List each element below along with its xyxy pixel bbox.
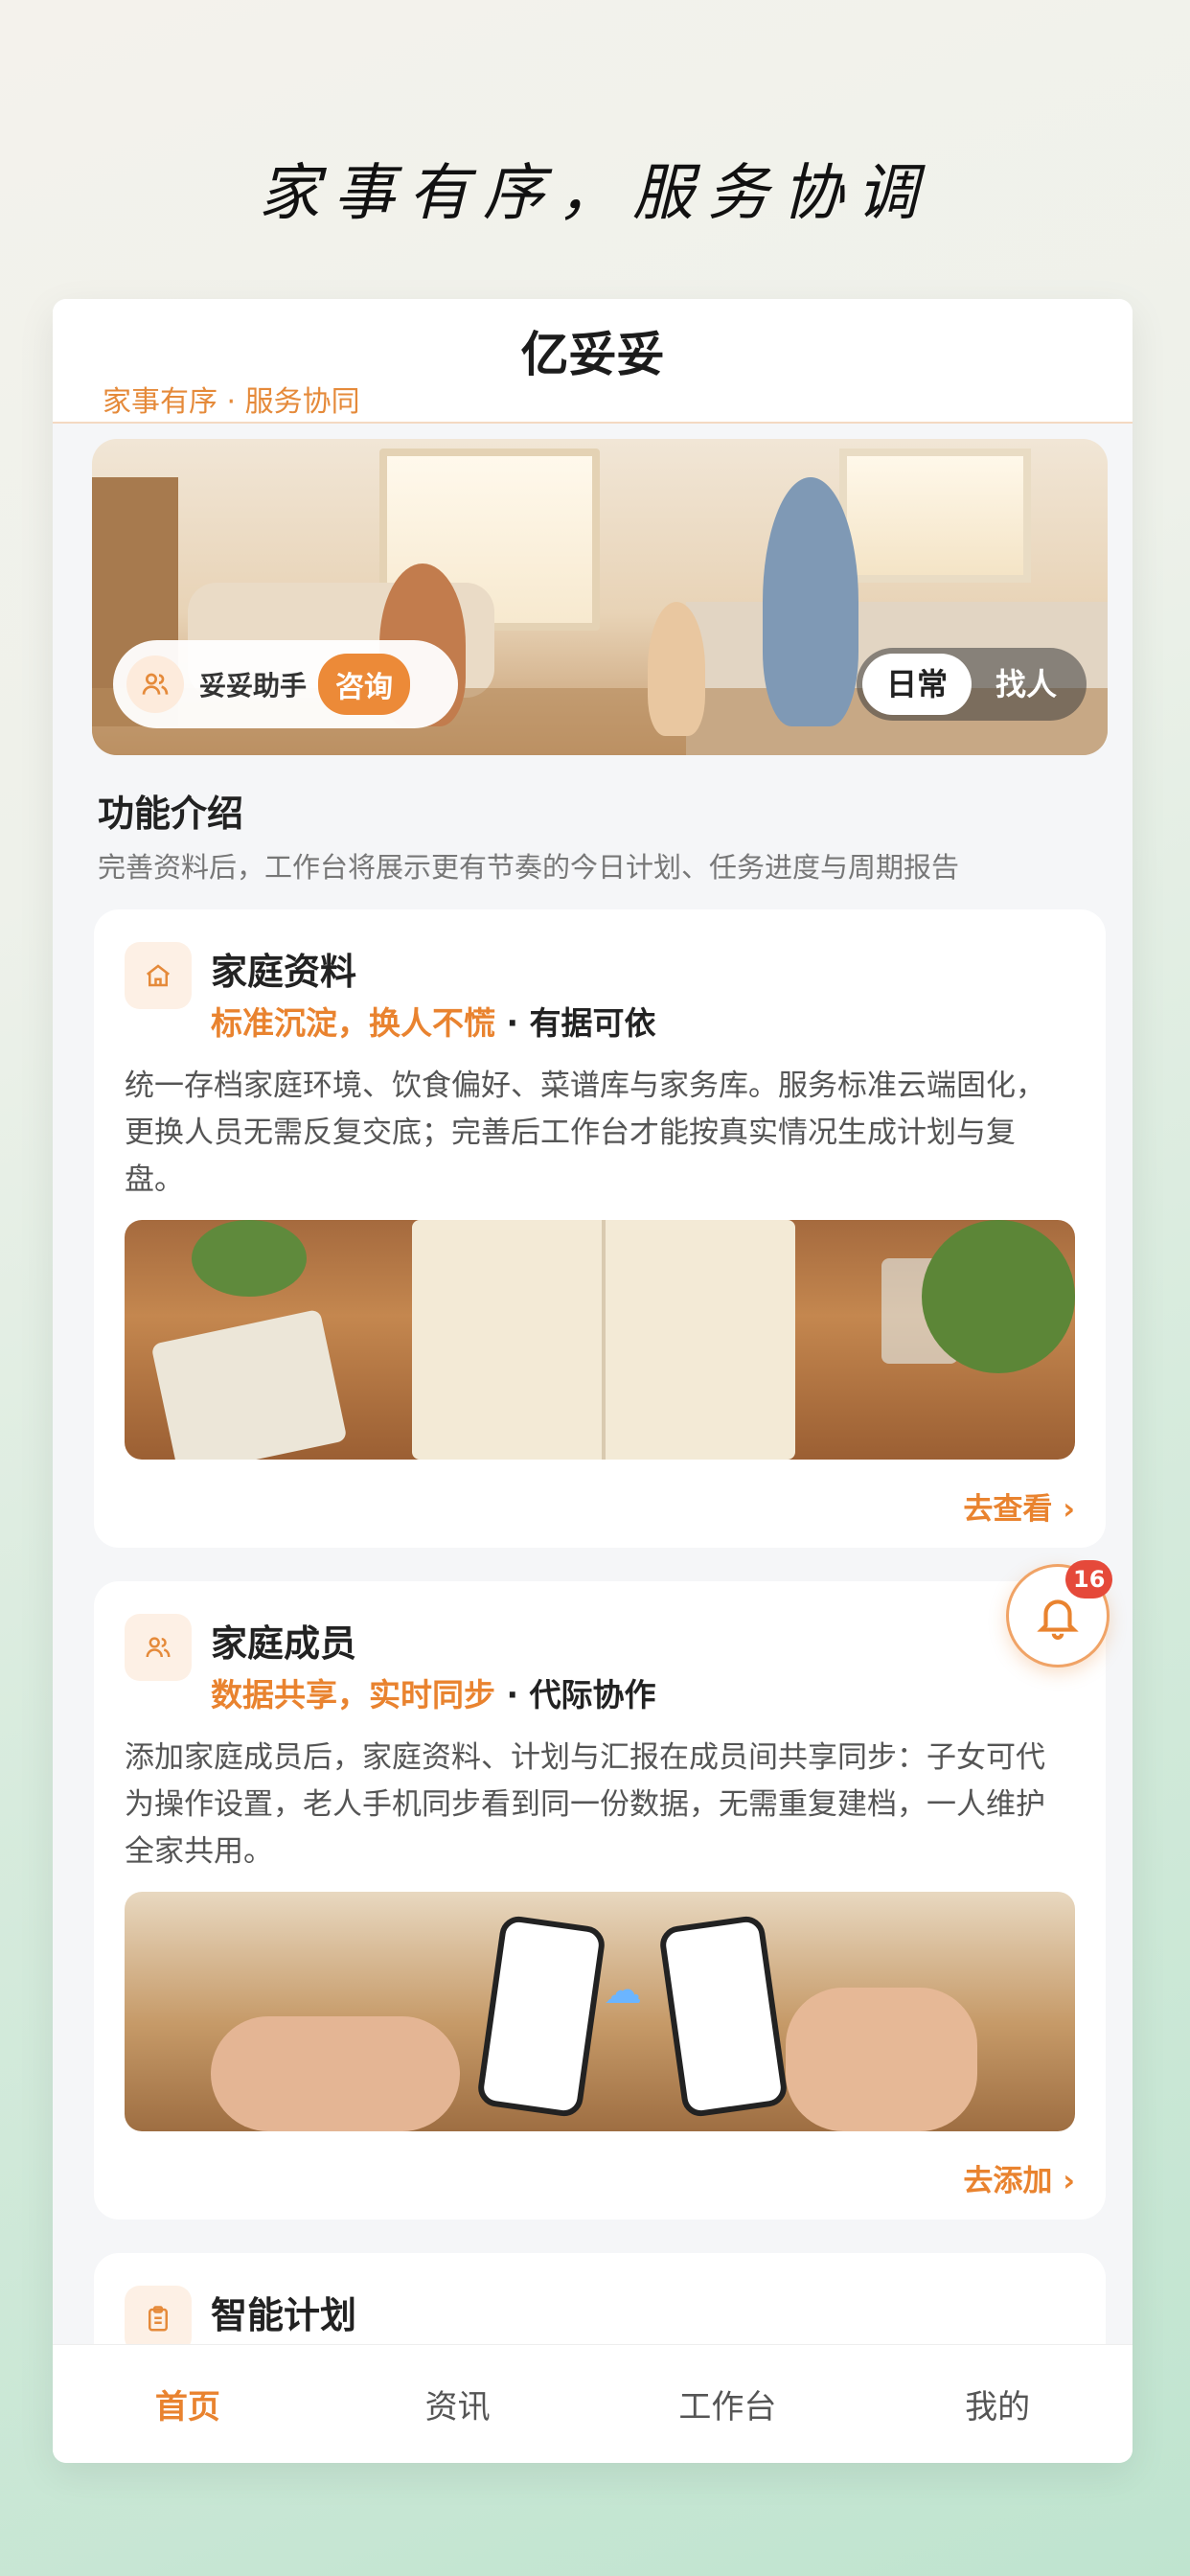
card-tagline: 数据共享，实时同步 · 代际协作 [211,1669,656,1715]
card-title: 智能计划 [211,2294,357,2336]
hero-father [763,477,858,726]
notification-count-badge: 16 [1065,1560,1113,1598]
phone-mockup-left [475,1914,607,2119]
clipboard-icon [125,2286,192,2353]
hand-right [786,1988,977,2131]
tab-home[interactable]: 首页 [53,2380,323,2427]
phone-mockup-right [657,1914,790,2119]
card-tag-rest: · 有据可依 [506,1004,656,1042]
users-icon [125,1614,192,1681]
card-tag-highlight: 标准沉淀，换人不慌 [211,1004,495,1042]
feature-card-family-members[interactable]: 家庭成员 数据共享，实时同步 · 代际协作 添加家庭成员后，家庭资料、计划与汇报… [94,1581,1106,2220]
tab-news[interactable]: 资讯 [323,2380,593,2427]
hero-child [648,602,705,736]
segment-daily[interactable]: 日常 [862,654,972,715]
card-title: 家庭成员 [211,1622,357,1665]
segment-find-person[interactable]: 找人 [972,654,1081,715]
recipe-book-illustration [412,1220,795,1460]
family-members-image: ☁ [125,1892,1075,2131]
card-title: 家庭资料 [211,951,357,993]
promo-headline: 家事有序，服务协调 [259,158,931,229]
feature-card-family-profile[interactable]: 家庭资料 标准沉淀，换人不慌 · 有据可依 统一存档家庭环境、饮食偏好、菜谱库与… [94,909,1106,1548]
hero-kitchen-window [839,448,1031,583]
bottom-tab-bar: 首页 资讯 工作台 我的 [53,2344,1133,2463]
assistant-pill[interactable]: 妥妥助手 咨询 [113,640,458,728]
phone-screen: 亿妥妥 家事有序 · 服务协同 妥妥助手 咨询 日常 找人 功能介绍 完善资料后… [53,299,1133,2463]
card-tag-highlight: 数据共享，实时同步 [211,1676,495,1714]
plant-decoration [192,1220,307,1297]
consult-button[interactable]: 咨询 [318,654,411,715]
view-profile-link[interactable]: 去查看 › [963,1484,1075,1528]
towel-decoration [150,1308,348,1460]
mode-segmented-control[interactable]: 日常 找人 [857,648,1087,721]
nav-bar: 亿妥妥 家事有序 · 服务协同 [53,299,1133,424]
tab-workbench[interactable]: 工作台 [593,2380,863,2427]
card-tag-rest: · 代际协作 [506,1676,656,1714]
users-icon [126,656,184,713]
family-profile-image [125,1220,1075,1460]
hand-left [211,2016,460,2131]
cloud-sync-icon: ☁ [604,1968,642,2012]
home-icon [125,942,192,1009]
hero-banner: 妥妥助手 咨询 日常 找人 [92,439,1108,755]
section-title: 功能介绍 [98,793,244,835]
app-title: 亿妥妥 [520,327,665,382]
plant-decoration-right [922,1220,1075,1373]
app-slogan: 家事有序 · 服务协同 [103,385,360,419]
add-member-link[interactable]: 去添加 › [963,2156,1075,2199]
section-subtitle: 完善资料后，工作台将展示更有节奏的今日计划、任务进度与周期报告 [98,851,960,884]
card-tagline: 标准沉淀，换人不慌 · 有据可依 [211,998,656,1044]
tab-mine[interactable]: 我的 [862,2380,1133,2427]
assistant-label: 妥妥助手 [199,670,308,702]
bell-icon [1037,1599,1079,1640]
card-description: 添加家庭成员后，家庭资料、计划与汇报在成员间共享同步：子女可代为操作设置，老人手… [125,1740,1045,1869]
card-description: 统一存档家庭环境、饮食偏好、菜谱库与家务库。服务标准云端固化，更换人员无需反复交… [125,1069,1045,1197]
